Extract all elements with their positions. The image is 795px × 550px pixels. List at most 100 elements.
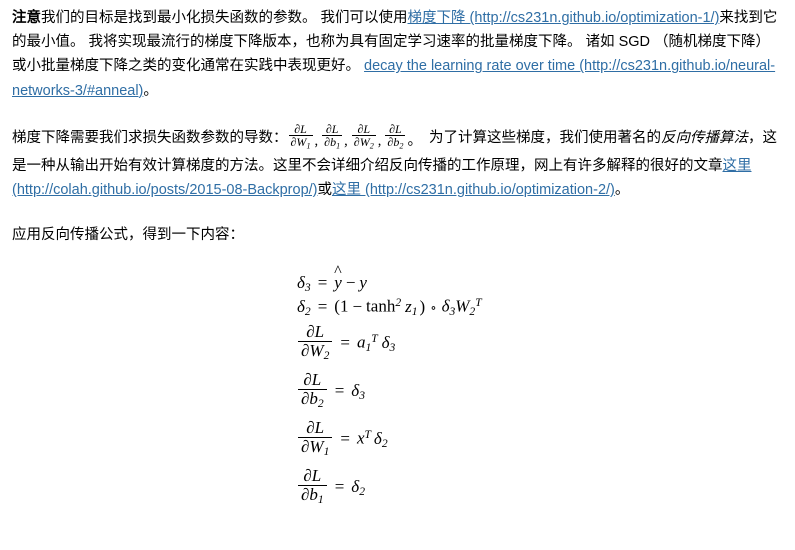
denominator-base: ∂b	[301, 484, 318, 504]
W-transpose: T	[475, 296, 482, 310]
inline-fraction-dL-dW2: ∂L ∂W2	[351, 123, 376, 151]
equation-block: δ3 = y ^ − y δ2 = (1− tanh2 z1) ∘ δ3W2T ∂L ∂W2 =…	[12, 263, 783, 511]
equation-dL-dW1: ∂L ∂W1 = xT δ2	[297, 415, 783, 463]
denominator-base: ∂W	[301, 340, 324, 360]
spacer-after-paragraph-2	[12, 202, 783, 223]
paragraph-2-text-b: 为了计算这些梯度，我们使用著名的	[424, 129, 661, 146]
equation-rhs: δ3	[351, 381, 365, 402]
inline-fraction-dL-db2: ∂L ∂b2	[385, 123, 406, 151]
inline-fraction-dL-db1: ∂L ∂b1	[322, 123, 343, 151]
equals-sign: =	[334, 381, 345, 401]
delta-symbol: δ	[351, 380, 360, 400]
fraction-numerator: ∂L	[298, 418, 333, 438]
paragraph-3-text: 应用反向传播公式，得到一下内容：	[12, 227, 244, 244]
paragraph-2: 梯度下降需要我们求损失函数参数的导数： ∂L ∂W1, ∂L ∂b1, ∂L ∂W2, ∂L ∂…	[12, 123, 783, 202]
equation-rhs: y ^ − y	[334, 263, 367, 293]
derivative-separator: ,	[377, 133, 382, 150]
spacer-after-paragraph-1	[12, 103, 783, 124]
paragraph-2-italic-term: 反向传播算法	[660, 129, 748, 146]
fraction-dL-db1: ∂L ∂b1	[298, 466, 327, 506]
fraction-numerator: ∂L	[385, 123, 406, 137]
fraction-dL-dW2: ∂L ∂W2	[298, 322, 333, 362]
equation-dL-db2: ∂L ∂b2 = δ3	[297, 367, 783, 415]
W-symbol: W	[455, 296, 470, 316]
paragraph-1-bold-lead: 注意	[12, 10, 41, 26]
equals-sign: =	[340, 333, 350, 353]
equals-sign: =	[317, 273, 328, 293]
fraction-dL-db2: ∂L ∂b2	[298, 370, 327, 410]
z-symbol: z	[405, 296, 412, 316]
equation-rhs: a1T δ3	[357, 332, 395, 354]
delta-subscript: 3	[389, 341, 396, 355]
denominator-base: ∂b	[301, 388, 318, 408]
minus-operator: −	[345, 273, 356, 293]
fraction-numerator: ∂L	[298, 322, 333, 342]
denominator-subscript: 2	[399, 141, 404, 151]
equation-lhs: δ3	[297, 273, 311, 294]
fraction-denominator: ∂b1	[298, 484, 327, 506]
x-transpose: T	[364, 428, 371, 442]
z-subscript: 1	[411, 305, 418, 319]
denominator-subscript: 1	[323, 444, 330, 458]
delta-symbol: δ	[351, 476, 360, 496]
equation-rhs: δ2	[351, 477, 365, 498]
equation-dL-db1: ∂L ∂b1 = δ2	[297, 463, 783, 511]
fraction-numerator: ∂L	[298, 370, 327, 390]
inline-derivative-list: ∂L ∂W1, ∂L ∂b1, ∂L ∂W2, ∂L ∂b2。	[288, 123, 425, 150]
denominator-subscript: 1	[336, 141, 341, 151]
delta-symbol: δ	[297, 272, 305, 292]
denominator-base: ∂W	[290, 135, 307, 150]
delta-subscript: 2	[381, 437, 388, 451]
link-gradient-descent-optimization1[interactable]: 梯度下降 (http://cs231n.github.io/optimizati…	[408, 10, 720, 26]
denominator-subscript: 2	[317, 396, 324, 410]
derivative-separator: ,	[344, 133, 348, 150]
link-cs231n-optimization2[interactable]: 这里 (http://cs231n.github.io/optimization…	[332, 182, 615, 198]
equation-rhs: xT δ2	[357, 428, 388, 450]
paragraph-3: 应用反向传播公式，得到一下内容：	[12, 223, 783, 247]
delta-symbol: δ	[381, 332, 390, 352]
minus-operator: −	[352, 296, 363, 316]
denominator-subscript: 1	[306, 141, 311, 151]
denominator-base: ∂W	[301, 436, 324, 456]
spacer-before-equations	[12, 247, 783, 271]
denominator-base: ∂b	[387, 135, 400, 150]
delta-subscript: 3	[359, 388, 365, 402]
fraction-denominator: ∂W1	[298, 436, 332, 458]
paragraph-2-text-e: 。	[614, 181, 630, 198]
hat-accent: ^	[334, 263, 342, 281]
paragraph-1-text-a: 我们的目标是找到最小化损失函数的参数。 我们可以使用	[41, 10, 408, 26]
hadamard-operator: ∘	[430, 299, 437, 315]
fraction-denominator: ∂b1	[322, 136, 342, 151]
denominator-subscript: 1	[317, 492, 324, 506]
derivative-separator: 。	[407, 133, 422, 150]
equation-delta3: δ3 = y ^ − y	[297, 263, 783, 295]
delta-symbol: δ	[297, 296, 305, 316]
fraction-denominator: ∂b2	[385, 136, 405, 151]
document-page: 注意我们的目标是找到最小化损失函数的参数。 我们可以使用梯度下降 (http:/…	[0, 0, 795, 511]
denominator-subscript: 2	[369, 141, 374, 151]
tanh-function: tanh	[366, 296, 396, 316]
paragraph-1: 注意我们的目标是找到最小化损失函数的参数。 我们可以使用梯度下降 (http:/…	[12, 6, 783, 103]
fraction-numerator: ∂L	[288, 123, 313, 137]
equals-sign: =	[317, 297, 328, 317]
paragraph-2-text-a: 梯度下降需要我们求损失函数参数的导数：	[12, 129, 288, 146]
fraction-dL-dW1: ∂L ∂W1	[298, 418, 333, 458]
paragraph-2-text-d: 或	[317, 181, 332, 198]
denominator-base: ∂W	[353, 135, 370, 150]
fraction-numerator: ∂L	[351, 123, 376, 137]
paragraph-1-text-c: 。	[143, 82, 158, 99]
fraction-denominator: ∂W1	[289, 136, 313, 151]
denominator-subscript: 2	[323, 348, 330, 362]
a-transpose: T	[371, 332, 378, 346]
equation-delta2: δ2 = (1− tanh2 z1) ∘ δ3W2T	[297, 295, 783, 319]
equals-sign: =	[334, 477, 345, 497]
equals-sign: =	[340, 429, 350, 449]
denominator-base: ∂b	[324, 135, 337, 150]
equation-rhs: (1− tanh2 z1) ∘ δ3W2T	[334, 296, 481, 318]
equation-lhs: δ2	[297, 297, 311, 318]
fraction-numerator: ∂L	[298, 466, 327, 486]
delta-subscript: 2	[359, 484, 365, 498]
fraction-numerator: ∂L	[322, 123, 343, 137]
derivative-separator: ,	[314, 133, 319, 150]
delta-symbol: δ	[373, 428, 382, 448]
